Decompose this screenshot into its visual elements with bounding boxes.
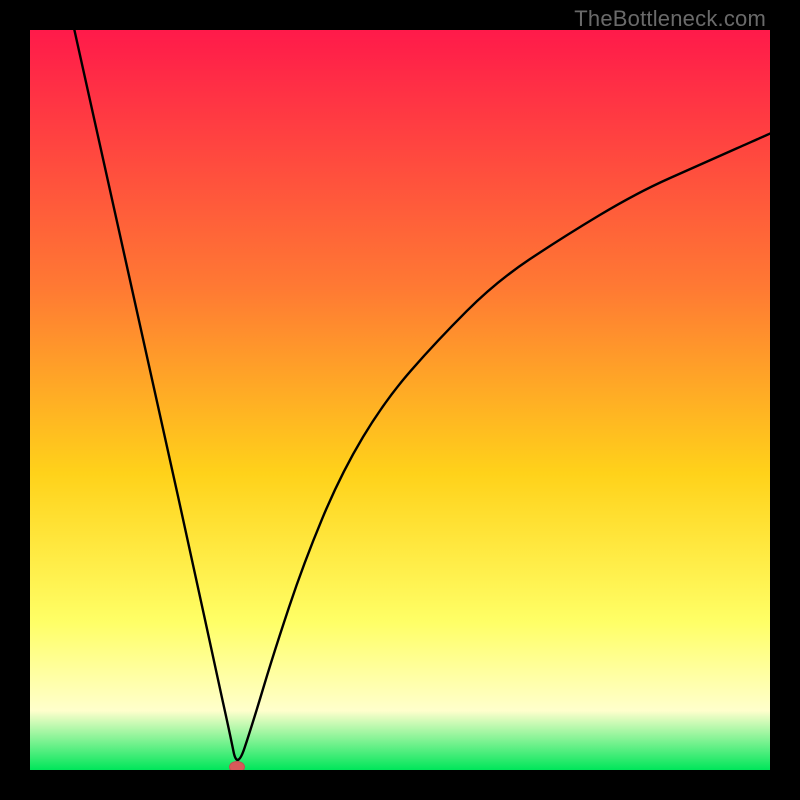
watermark: TheBottleneck.com bbox=[574, 6, 766, 32]
plot-area bbox=[30, 30, 770, 770]
chart-stage: TheBottleneck.com bbox=[0, 0, 800, 800]
optimum-marker bbox=[229, 761, 245, 770]
bottleneck-curve bbox=[30, 30, 770, 770]
